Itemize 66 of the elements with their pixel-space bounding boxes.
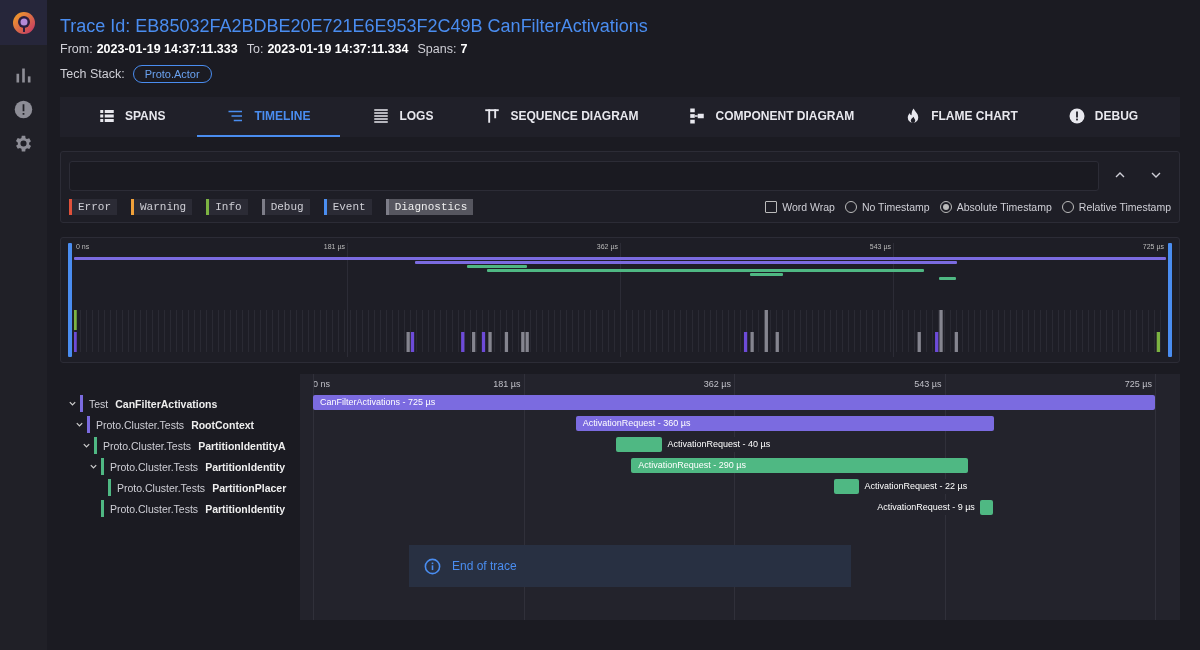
service-name: Proto.Cluster.Tests bbox=[103, 439, 192, 452]
tab[interactable]: SPANS bbox=[80, 97, 184, 137]
logo-icon[interactable] bbox=[11, 10, 36, 35]
span-label: ActivationRequest - 360 µs bbox=[581, 417, 691, 430]
operation-name[interactable]: PartitionIdentity bbox=[205, 460, 286, 473]
span-bar[interactable] bbox=[616, 437, 663, 452]
tab[interactable]: DEBUG bbox=[1049, 97, 1157, 137]
range-handle[interactable] bbox=[1168, 243, 1172, 357]
service-name: Proto.Cluster.Tests bbox=[117, 481, 206, 494]
log-level-filter[interactable]: Event bbox=[323, 199, 372, 215]
trace-title: Trace Id: EB85032FA2BDBE20E721E6E953F2C49B CanFilterActivations bbox=[60, 15, 649, 38]
word-wrap-label: Word Wrap bbox=[782, 201, 835, 213]
from-label: From: bbox=[60, 42, 93, 56]
axis-tick-label: 725 µs bbox=[1123, 379, 1153, 389]
log-level-filter[interactable]: Diagnostics bbox=[385, 199, 474, 215]
chevron-icon[interactable] bbox=[81, 441, 91, 450]
tech-stack-label: Tech Stack: bbox=[60, 67, 125, 81]
span-line bbox=[938, 277, 957, 280]
spans-label: Spans: bbox=[417, 42, 457, 56]
tab[interactable]: SEQUENCE DIAGRAM bbox=[465, 97, 657, 137]
service-name: Proto.Cluster.Tests bbox=[96, 418, 185, 431]
range-handle[interactable] bbox=[68, 243, 72, 357]
to-time: 2023-01-19 14:37:11.334 bbox=[267, 42, 409, 56]
timestamp-label: No Timestamp bbox=[861, 201, 930, 213]
service-name: Proto.Cluster.Tests bbox=[110, 460, 199, 473]
axis-tick-label: 181 µs bbox=[492, 379, 522, 389]
span-bar[interactable] bbox=[575, 416, 995, 431]
operation-name[interactable]: CanFilterActivations bbox=[115, 397, 218, 410]
tab[interactable]: COMPONENT DIAGRAM bbox=[670, 97, 873, 137]
sequence-icon bbox=[483, 107, 502, 125]
spans-count: 7 bbox=[460, 42, 468, 56]
axis-tick-label: 543 µs bbox=[913, 379, 943, 389]
tab[interactable]: LOGS bbox=[354, 97, 452, 137]
span-label: CanFilterActivations - 725 µs bbox=[319, 396, 436, 409]
tab[interactable]: TIMELINE bbox=[197, 97, 341, 137]
chevron-icon[interactable] bbox=[67, 399, 77, 408]
alert-icon[interactable] bbox=[13, 99, 34, 120]
component-diagram-icon bbox=[688, 107, 707, 125]
operation-name[interactable]: PartitionIdentity bbox=[205, 502, 286, 515]
span-bar[interactable] bbox=[834, 479, 860, 494]
chevron-icon[interactable] bbox=[74, 420, 84, 429]
end-of-trace-text: End of trace bbox=[452, 559, 517, 573]
lines-icon bbox=[372, 107, 391, 125]
tab[interactable]: FLAME CHART bbox=[886, 97, 1036, 137]
span-bar[interactable] bbox=[979, 500, 994, 515]
log-level-filter[interactable]: Info bbox=[206, 199, 248, 215]
operation-name[interactable]: RootContext bbox=[191, 418, 255, 431]
log-level-filter[interactable]: Error bbox=[69, 199, 117, 215]
service-name: Test bbox=[89, 397, 109, 410]
span-label: ActivationRequest - 290 µs bbox=[637, 459, 746, 472]
service-name: Proto.Cluster.Tests bbox=[110, 502, 199, 515]
timestamp-label: Absolute Timestamp bbox=[956, 201, 1052, 213]
list-icon bbox=[98, 107, 116, 125]
operation-name[interactable]: PartitionIdentityA bbox=[198, 439, 286, 452]
alert-icon bbox=[1067, 107, 1086, 125]
from-time: 2023-01-19 14:37:11.333 bbox=[96, 42, 238, 56]
chevron-icon[interactable] bbox=[88, 462, 98, 471]
info-icon bbox=[423, 556, 442, 576]
timestamp-label: Relative Timestamp bbox=[1078, 201, 1171, 213]
word-wrap-checkbox[interactable] bbox=[765, 201, 778, 213]
to-label: To: bbox=[246, 42, 264, 56]
log-level-filter[interactable]: Warning bbox=[131, 199, 193, 215]
axis-tick-label: 362 µs bbox=[702, 379, 732, 389]
operation-name[interactable]: PartitionPlacer bbox=[212, 481, 287, 494]
log-level-filter[interactable]: Debug bbox=[261, 199, 310, 215]
settings-icon[interactable] bbox=[13, 133, 34, 154]
